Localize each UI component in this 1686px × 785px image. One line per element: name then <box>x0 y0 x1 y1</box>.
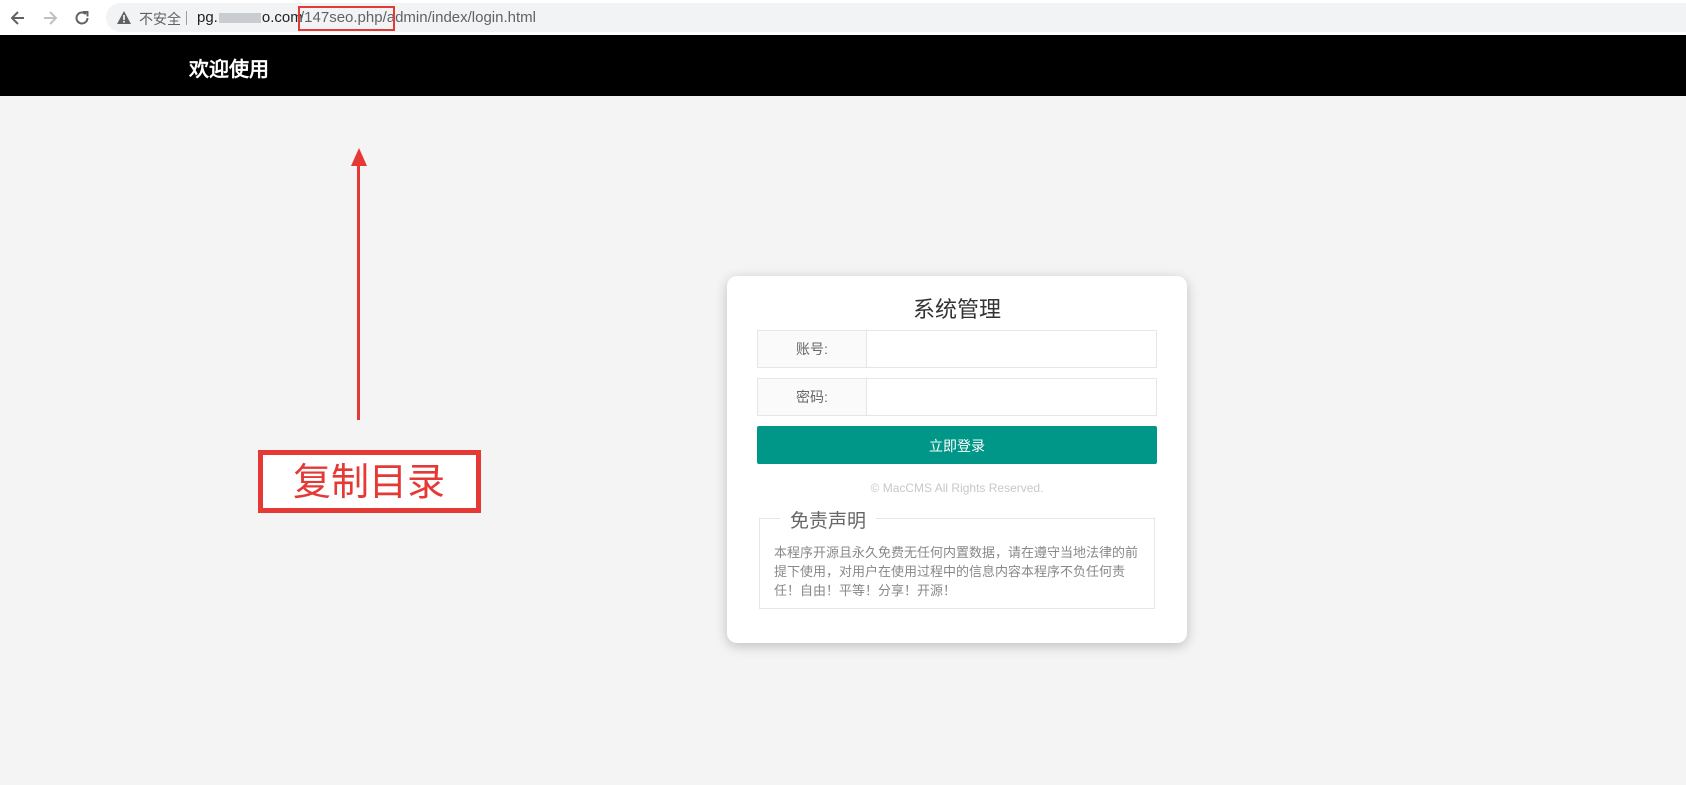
warning-triangle-icon <box>117 11 131 24</box>
back-button[interactable] <box>6 6 30 30</box>
annotation-arrowhead <box>351 148 367 166</box>
security-status: 不安全 <box>139 11 181 27</box>
annotation-label: 复制目录 <box>293 462 446 504</box>
password-input[interactable] <box>867 379 1156 415</box>
login-button[interactable]: 立即登录 <box>757 426 1157 464</box>
page-header: 欢迎使用 <box>0 35 1686 96</box>
url-domain-start: pg. <box>197 9 218 26</box>
forward-button[interactable] <box>38 6 62 30</box>
username-row: 账号: <box>757 330 1157 368</box>
disclaimer-title: 免责声明 <box>780 506 877 533</box>
copyright-text: © MacCMS All Rights Reserved. <box>870 481 1044 495</box>
disclaimer-text: 本程序开源且永久免费无任何内置数据，请在遵守当地法律的前提下使用，对用户在使用过… <box>774 545 1139 598</box>
login-card: 系统管理 账号: 密码: 立即登录 © MacCMS All Rights Re… <box>727 276 1187 643</box>
arrow-left-icon <box>10 11 24 25</box>
address-separator <box>186 11 187 25</box>
browser-toolbar: 不安全 pg. o.com /147seo.php/admin/index/log… <box>0 0 1686 35</box>
header-title: 欢迎使用 <box>189 59 269 81</box>
arrow-right-icon <box>44 11 58 25</box>
disclaimer-box: 免责声明 本程序开源且永久免费无任何内置数据，请在遵守当地法律的前提下使用，对用… <box>759 506 1155 609</box>
url-domain: pg. o.com <box>197 9 303 26</box>
url-domain-end: o.com <box>261 9 303 26</box>
login-title: 系统管理 <box>912 297 1001 322</box>
password-label: 密码: <box>758 379 867 415</box>
reload-icon <box>75 11 89 25</box>
password-row: 密码: <box>757 378 1157 416</box>
username-label: 账号: <box>758 331 867 367</box>
username-input[interactable] <box>867 331 1156 367</box>
url-highlight-annotation <box>298 6 395 31</box>
redacted-domain <box>218 13 261 24</box>
annotation-arrow-line <box>357 166 360 420</box>
annotation-callout: 复制目录 <box>258 450 481 513</box>
reload-button[interactable] <box>70 6 94 30</box>
